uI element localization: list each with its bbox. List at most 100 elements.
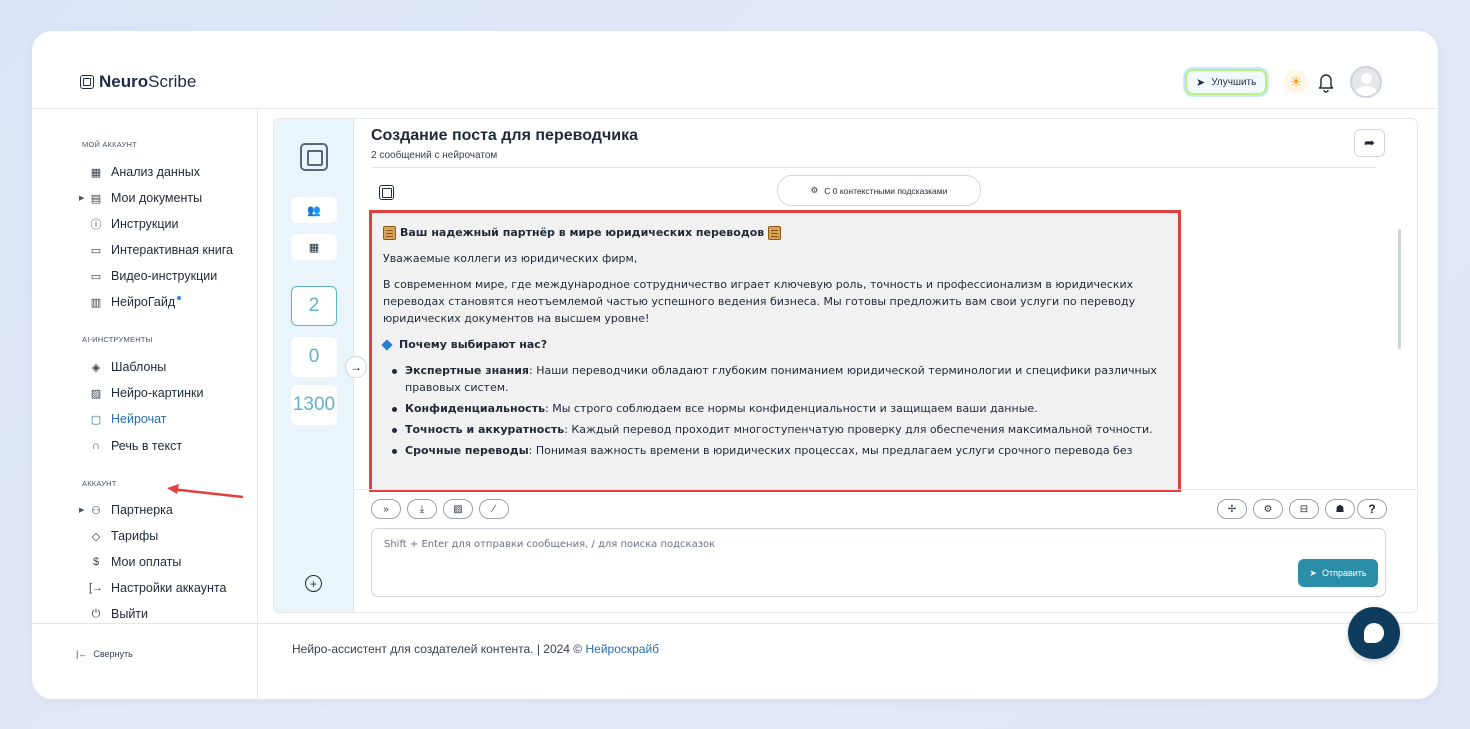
- palette-icon: ⚙: [810, 185, 819, 195]
- logo[interactable]: NeuroScribe: [80, 72, 196, 92]
- arrow-right-icon: →: [350, 360, 362, 374]
- sidebar-item-my-payments[interactable]: $ Мои оплаты: [82, 552, 181, 572]
- upgrade-button[interactable]: ➤ Улучшить: [1185, 69, 1268, 95]
- sidebar-item-label: Тарифы: [111, 529, 159, 543]
- sidebar-divider: [32, 623, 258, 624]
- sidebar-item-label: Инструкции: [111, 217, 179, 231]
- red-arrow-annotation-icon: [167, 484, 244, 499]
- notification-dot: [177, 296, 182, 300]
- sidebar-item-my-documents[interactable]: ▶ ▤ Мои документы: [79, 188, 202, 208]
- title-divider: [371, 167, 1376, 168]
- sidebar-item-account-settings[interactable]: [→ Настройки аккаунта: [82, 578, 226, 598]
- sidebar-item-tariffs[interactable]: ◇ Тарифы: [82, 526, 158, 546]
- sidebar-item-label: Выйти: [111, 607, 149, 621]
- sidebar-section-title: AI-ИНСТРУМЕНТЫ: [82, 335, 153, 344]
- caret-right-icon[interactable]: ▶: [79, 506, 84, 514]
- share-button[interactable]: ➦: [1354, 129, 1385, 157]
- sidebar-item-label: Партнерка: [111, 503, 173, 517]
- image-icon: ▨: [453, 503, 463, 515]
- sidebar-item-logout[interactable]: ⏻ Выйти: [82, 604, 148, 624]
- chat-panel: 👥 ▦ 2 0 1300 + Создание поста для перево…: [273, 118, 1418, 613]
- send-button[interactable]: ➤ Отправить: [1298, 559, 1378, 587]
- theme-toggle-sun-icon[interactable]: ☀: [1284, 70, 1308, 94]
- tokens-count[interactable]: 1300: [291, 385, 337, 425]
- scroll-icon: [383, 225, 396, 240]
- headphones-icon: ∩: [92, 440, 100, 452]
- sidebar-item-label: Видео-инструкции: [111, 269, 218, 283]
- sidebar-item-label: НейроГайд: [111, 295, 176, 309]
- image-icon: ▨: [90, 387, 102, 400]
- image-button[interactable]: ▨: [443, 499, 473, 519]
- bot-button[interactable]: ☗: [1325, 499, 1355, 519]
- download-icon: ⤓: [419, 503, 425, 515]
- sidebar-item-label: Анализ данных: [111, 165, 200, 179]
- sidebar-item-partners[interactable]: ▶ ⚇ Партнерка: [79, 500, 173, 520]
- rocket-icon: ➤: [1196, 76, 1206, 89]
- book-icon: ▭: [90, 244, 102, 257]
- send-label: Отправить: [1321, 568, 1367, 578]
- message-heading: Ваш надежный партнёр в мире юридических …: [383, 224, 1163, 241]
- message-input-box: ➤ Отправить: [371, 528, 1386, 597]
- context-hints-button[interactable]: ⚙ С 0 контекстными подсказками: [777, 175, 981, 206]
- tag-icon: ◇: [91, 530, 101, 543]
- sidebar-item-label: Речь в текст: [111, 439, 183, 453]
- sidebar-item-data-analysis[interactable]: ▦ Анализ данных: [82, 162, 200, 182]
- message-subheading: Почему выбирают нас?: [381, 336, 1163, 353]
- add-chat-icon[interactable]: +: [305, 575, 322, 592]
- chat-title: Создание поста для переводчика: [371, 127, 638, 144]
- zero-count[interactable]: 0: [291, 337, 337, 377]
- avatar[interactable]: [1350, 66, 1382, 98]
- message-scrollbar[interactable]: [1398, 229, 1401, 349]
- users-icon: ⚇: [91, 504, 101, 517]
- chat-icon: ▢: [90, 413, 102, 426]
- layout-button[interactable]: ⊟: [1289, 499, 1319, 519]
- document-icon: ▤: [90, 192, 102, 205]
- grid-icon: ▦: [90, 166, 102, 179]
- chat-subtitle: 2 сообщений с нейрочатом: [371, 150, 498, 161]
- collapse-sidebar-button[interactable]: |← Свернуть: [76, 649, 133, 659]
- list-item: Точность и аккуратность: Каждый перевод …: [392, 421, 1172, 438]
- magic-wand-button[interactable]: ⁄: [479, 499, 509, 519]
- support-chat-button[interactable]: [1348, 607, 1400, 659]
- caret-right-icon[interactable]: ▶: [79, 194, 84, 202]
- sidebar-item-label: Мои оплаты: [111, 555, 182, 569]
- sidebar-item-templates[interactable]: ◈ Шаблоны: [82, 357, 167, 377]
- message-input[interactable]: [384, 539, 1284, 559]
- sidebar-item-video-instructions[interactable]: ▭ Видео-инструкции: [82, 266, 217, 286]
- diamond-icon: [381, 338, 393, 351]
- sidebar-item-label: Настройки аккаунта: [111, 581, 227, 595]
- sidebar-item-neuroguide[interactable]: ▥ НейроГайд: [82, 292, 182, 312]
- sidebar-item-instructions[interactable]: ⓘ Инструкции: [82, 214, 179, 234]
- expand-rail-button[interactable]: →: [345, 356, 367, 378]
- collapse-down-button[interactable]: »: [371, 499, 401, 519]
- grid-button[interactable]: ▦: [291, 234, 337, 260]
- sidebar-item-label: Нейрочат: [111, 412, 167, 426]
- plugin-button[interactable]: ✢: [1217, 499, 1247, 519]
- logo-bold-text: Neuro: [99, 72, 149, 91]
- sidebar-item-neurochat[interactable]: ▢ Нейрочат: [82, 409, 167, 429]
- users-button[interactable]: 👥: [291, 197, 337, 223]
- message-intro: В современном мире, где международное со…: [383, 278, 1136, 325]
- app-window: NeuroScribe ➤ Улучшить ☀ МОЙ АККАУНТ ▦ А…: [32, 31, 1438, 699]
- chat-count[interactable]: 2: [291, 286, 337, 326]
- layers-icon: ◈: [91, 361, 101, 374]
- sidebar-item-label: Нейро-картинки: [111, 386, 204, 400]
- assistant-message: Ваш надежный партнёр в мире юридических …: [369, 210, 1181, 492]
- settings-button[interactable]: ⚙: [1253, 499, 1283, 519]
- context-hints-label: С 0 контекстными подсказками: [824, 185, 948, 196]
- chat-bubble-icon: [1364, 623, 1384, 643]
- sidebar-item-interactive-book[interactable]: ▭ Интерактивная книга: [82, 240, 233, 260]
- sidebar-section-title: МОЙ АККАУНТ: [82, 140, 137, 149]
- gear-icon: ⚙: [1263, 503, 1273, 515]
- bell-icon[interactable]: [1316, 71, 1336, 93]
- scroll-icon: [768, 225, 782, 240]
- list-item: Срочные переводы: Понимая важность време…: [392, 442, 1172, 459]
- guide-icon: ▥: [90, 296, 102, 309]
- help-button[interactable]: ?: [1357, 499, 1387, 519]
- sidebar-item-neuro-images[interactable]: ▨ Нейро-картинки: [82, 383, 204, 403]
- download-button[interactable]: ⤓: [407, 499, 437, 519]
- footer-link[interactable]: Нейроскрайб: [585, 642, 659, 656]
- dollar-icon: $: [92, 556, 100, 568]
- sidebar-item-speech-to-text[interactable]: ∩ Речь в текст: [82, 436, 182, 456]
- chevrons-down-icon: »: [383, 503, 389, 515]
